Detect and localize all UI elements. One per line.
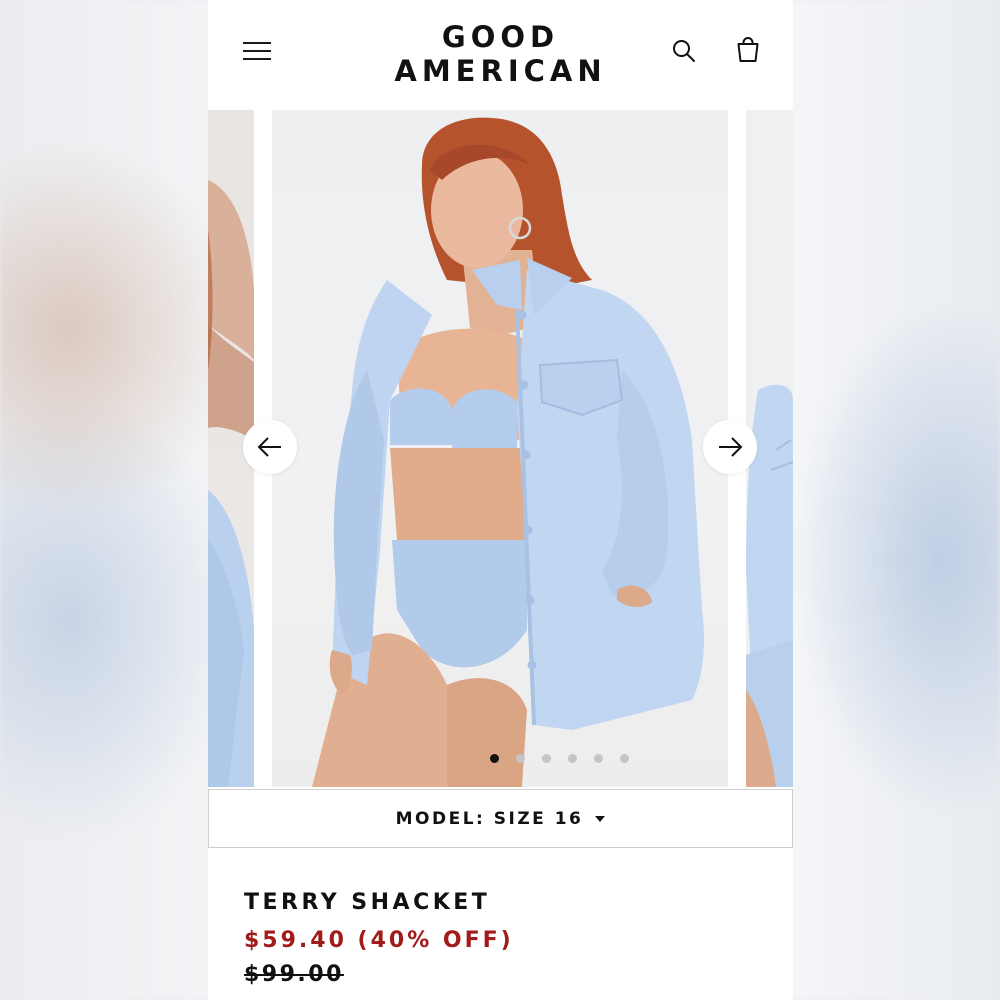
- arrow-left-icon: [257, 437, 281, 457]
- main-slide[interactable]: [272, 110, 728, 787]
- search-icon[interactable]: [671, 38, 697, 64]
- carousel-dot[interactable]: [542, 754, 551, 763]
- model-size-dropdown[interactable]: MODEL: SIZE 16: [208, 789, 793, 848]
- carousel-prev-button[interactable]: [243, 420, 297, 474]
- hamburger-menu-icon[interactable]: [243, 40, 271, 62]
- carousel-pagination: [490, 754, 629, 766]
- carousel-dot[interactable]: [594, 754, 603, 763]
- shopping-bag-icon[interactable]: [735, 36, 761, 64]
- product-title: TERRY SHACKET: [244, 890, 491, 915]
- model-size-label: MODEL: SIZE 16: [395, 808, 584, 829]
- original-price: $99.00: [244, 962, 344, 987]
- site-header: GOOD AMERICAN: [208, 0, 793, 110]
- arrow-right-icon: [719, 437, 743, 457]
- product-image-carousel[interactable]: [208, 110, 793, 787]
- sale-price: $59.40 (40% OFF): [244, 928, 514, 953]
- carousel-dot[interactable]: [490, 754, 499, 763]
- carousel-next-button[interactable]: [703, 420, 757, 474]
- logo-line-2: AMERICAN: [394, 54, 607, 88]
- carousel-dot[interactable]: [620, 754, 629, 763]
- mobile-screen: GOOD AMERICAN MODEL: SIZE 16 TERRY SHACK…: [208, 0, 793, 1000]
- model-photo: [312, 117, 704, 787]
- carousel-dot[interactable]: [568, 754, 577, 763]
- carousel-dot[interactable]: [516, 754, 525, 763]
- brand-logo[interactable]: GOOD AMERICAN: [358, 20, 643, 88]
- logo-line-1: GOOD: [441, 20, 560, 54]
- caret-down-icon: [595, 815, 606, 822]
